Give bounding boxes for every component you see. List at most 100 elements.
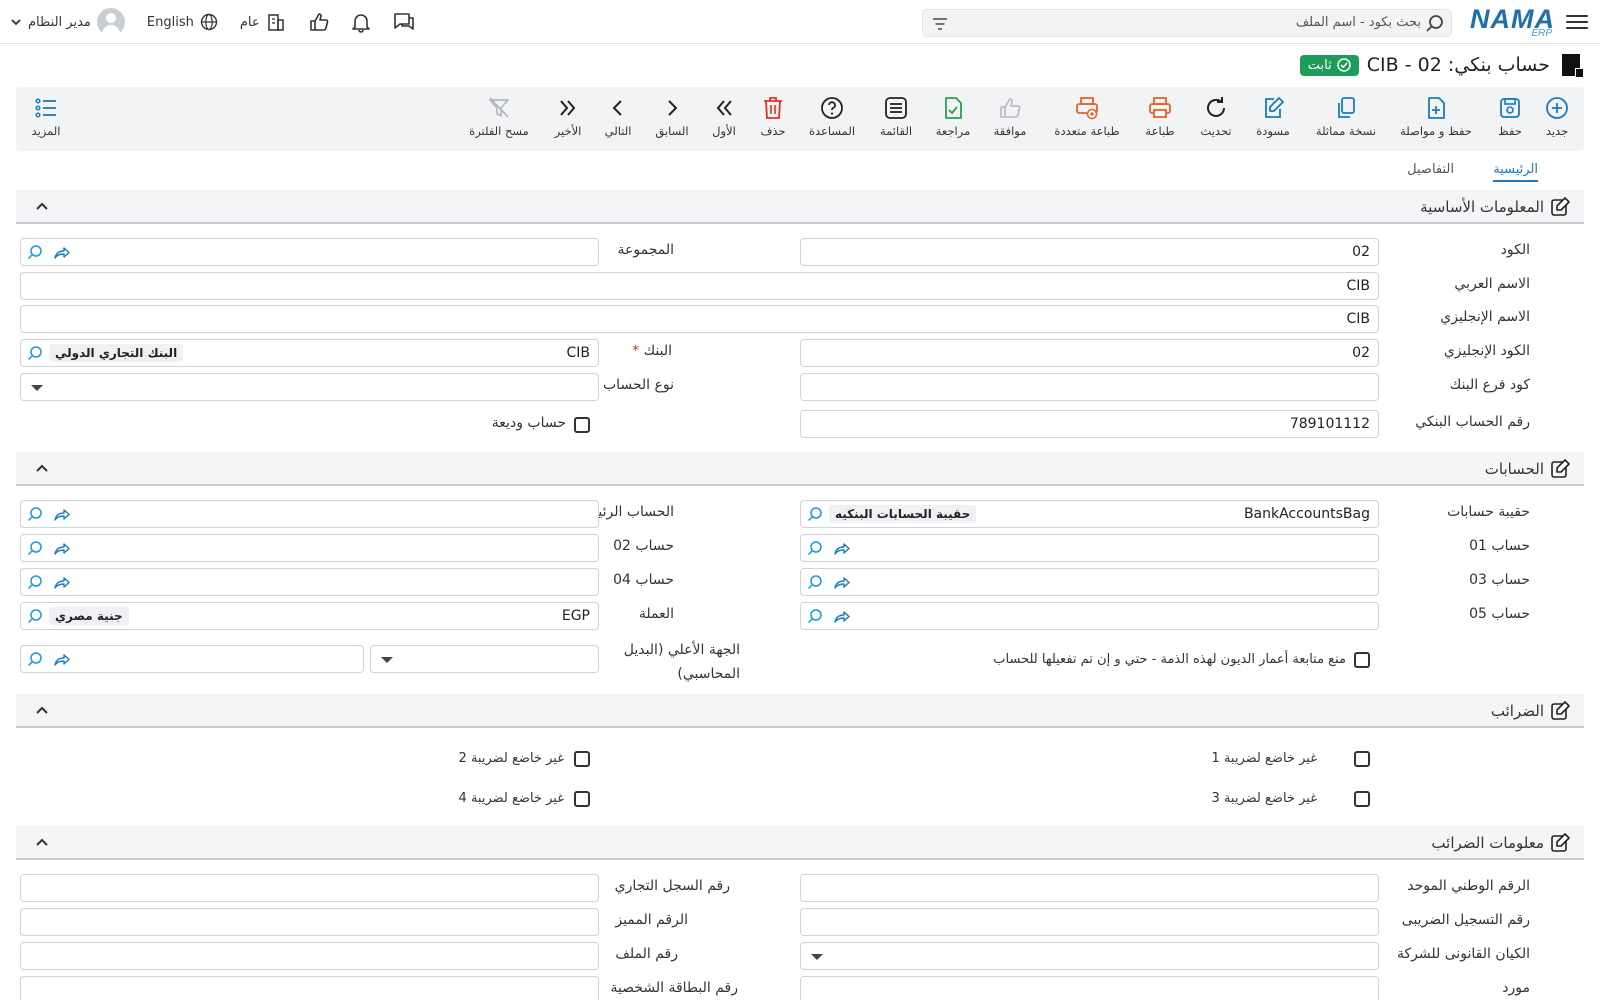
- dropdown-arrow-icon: [31, 385, 43, 391]
- tab-details[interactable]: التفاصيل: [1407, 162, 1454, 177]
- first-label: الأول: [712, 124, 736, 138]
- account-02-field[interactable]: [20, 534, 599, 562]
- search-plus-icon[interactable]: [27, 651, 44, 668]
- code-field[interactable]: 02: [800, 238, 1379, 266]
- section-basic-info[interactable]: المعلومات الأساسية: [16, 190, 1584, 224]
- currency-name-tag: جنية مصري: [49, 607, 129, 625]
- debt-aging-checkbox[interactable]: [1354, 652, 1370, 668]
- higher-party-label: الجهة الأعلي (البديل المحاسبي): [624, 638, 740, 686]
- branch-switch[interactable]: عام: [240, 12, 286, 32]
- account-05-field[interactable]: [800, 602, 1379, 630]
- branch-code-field[interactable]: [800, 373, 1379, 401]
- logo[interactable]: NAMA ERP: [1470, 4, 1554, 40]
- search-plus-icon[interactable]: [807, 540, 824, 557]
- share-arrow-icon[interactable]: [833, 541, 850, 556]
- bell-icon[interactable]: [350, 11, 372, 33]
- more-button[interactable]: المزيد: [13, 95, 79, 138]
- legal-entity-select[interactable]: [800, 942, 1379, 970]
- account-type-select[interactable]: [20, 373, 599, 401]
- account-04-field[interactable]: [20, 568, 599, 596]
- filter-icon[interactable]: [931, 15, 949, 33]
- chat-icon[interactable]: [392, 11, 416, 33]
- account-number-field[interactable]: 789101112: [800, 410, 1379, 438]
- clear-filter-button[interactable]: مسح الفلترة: [466, 95, 532, 138]
- file-no-field[interactable]: [20, 942, 599, 970]
- search-plus-icon[interactable]: [27, 506, 44, 523]
- section-taxes[interactable]: الضرائب: [16, 694, 1584, 728]
- higher-party-field[interactable]: [20, 645, 364, 673]
- tax1-checkbox[interactable]: [1354, 751, 1370, 767]
- account-03-field[interactable]: [800, 568, 1379, 596]
- search-plus-icon[interactable]: [27, 244, 44, 261]
- search-input[interactable]: بحث بكود - اسم الملف: [922, 9, 1452, 37]
- share-arrow-icon[interactable]: [53, 245, 70, 260]
- print-button[interactable]: طباعة: [1127, 95, 1193, 138]
- help-button[interactable]: المساعدة: [799, 95, 865, 138]
- edit-file-icon: [1265, 97, 1284, 118]
- account-01-field[interactable]: [800, 534, 1379, 562]
- bag-field[interactable]: BankAccountsBag حقيبة الحسابات البنكيه: [800, 500, 1379, 528]
- filter-off-icon: [489, 97, 509, 118]
- duplicate-button[interactable]: نسخة مماثلة: [1313, 95, 1379, 138]
- share-arrow-icon[interactable]: [53, 507, 70, 522]
- review-button[interactable]: مراجعة: [920, 95, 986, 138]
- search-plus-icon[interactable]: [27, 608, 44, 625]
- english-name-field[interactable]: CIB: [20, 305, 1379, 333]
- search-plus-icon[interactable]: [27, 345, 44, 362]
- higher-party-type-select[interactable]: [370, 645, 599, 673]
- id-card-field[interactable]: [20, 976, 599, 1000]
- search-plus-icon[interactable]: [27, 574, 44, 591]
- menu-icon[interactable]: [1566, 11, 1588, 31]
- english-code-field[interactable]: 02: [800, 339, 1379, 367]
- approve-button[interactable]: موافقة: [977, 95, 1043, 138]
- bank-field[interactable]: CIB البنك التجاري الدولي: [20, 339, 599, 367]
- search-plus-icon[interactable]: [27, 540, 44, 557]
- multi-print-button[interactable]: طباعة متعددة: [1054, 95, 1120, 138]
- chevron-up-icon[interactable]: [34, 460, 50, 476]
- supplier-field[interactable]: [800, 976, 1379, 1000]
- last-button[interactable]: الأخير: [535, 95, 601, 138]
- chevron-up-icon[interactable]: [34, 702, 50, 718]
- share-arrow-icon[interactable]: [53, 541, 70, 556]
- bank-name-tag: البنك التجاري الدولي: [49, 344, 184, 362]
- search-plus-icon[interactable]: [807, 506, 824, 523]
- group-label: المجموعة: [617, 242, 674, 258]
- deposit-checkbox[interactable]: [574, 417, 590, 433]
- refresh-icon: [1207, 97, 1225, 117]
- section-tax-info[interactable]: معلومات الضرائب: [16, 826, 1584, 860]
- search-plus-icon[interactable]: [807, 608, 824, 625]
- page-title: حساب بنكي: CIB - 02: [1366, 54, 1550, 76]
- tax4-checkbox[interactable]: [574, 791, 590, 807]
- national-id-field[interactable]: [800, 874, 1379, 902]
- tab-main[interactable]: الرئيسية: [1493, 162, 1538, 182]
- save-continue-button[interactable]: حفظ و مواصلة: [1400, 95, 1472, 138]
- share-arrow-icon[interactable]: [833, 609, 850, 624]
- share-arrow-icon[interactable]: [53, 575, 70, 590]
- dropdown-arrow-icon: [811, 954, 823, 960]
- tax3-checkbox[interactable]: [1354, 791, 1370, 807]
- arabic-name-field[interactable]: CIB: [20, 272, 1379, 300]
- commercial-reg-field[interactable]: [20, 874, 599, 902]
- share-arrow-icon[interactable]: [833, 575, 850, 590]
- menu-list-icon: [35, 98, 56, 118]
- save-button[interactable]: حفظ: [1477, 95, 1543, 138]
- tax2-checkbox[interactable]: [574, 751, 590, 767]
- share-arrow-icon[interactable]: [53, 652, 70, 667]
- chevron-up-icon[interactable]: [34, 834, 50, 850]
- user-menu[interactable]: مدير النظام: [10, 8, 125, 36]
- chevron-up-icon[interactable]: [34, 198, 50, 214]
- section-accounts[interactable]: الحسابات: [16, 452, 1584, 486]
- top-left-tools: مدير النظام English عام: [10, 8, 416, 36]
- search-plus-icon[interactable]: [807, 574, 824, 591]
- thumbs-up-icon[interactable]: [308, 11, 330, 33]
- help-label: المساعدة: [808, 124, 856, 138]
- tax-reg-field[interactable]: [800, 908, 1379, 936]
- group-field[interactable]: [20, 238, 599, 266]
- main-account-field[interactable]: [20, 500, 599, 528]
- list-button[interactable]: القائمة: [863, 95, 929, 138]
- distinct-no-field[interactable]: [20, 908, 599, 936]
- language-switch[interactable]: English: [147, 13, 218, 31]
- save-continue-label: حفظ و مواصلة: [1400, 124, 1472, 138]
- currency-field[interactable]: EGP جنية مصري: [20, 602, 599, 630]
- draft-button[interactable]: مسودة: [1240, 95, 1306, 138]
